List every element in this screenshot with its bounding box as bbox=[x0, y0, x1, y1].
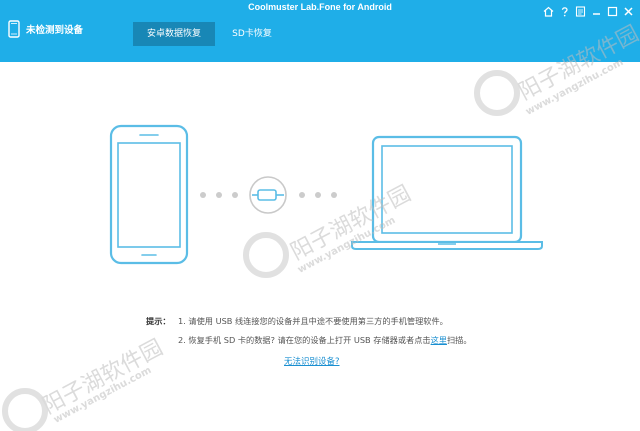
close-button[interactable] bbox=[620, 4, 636, 18]
feedback-button[interactable] bbox=[572, 4, 588, 18]
minimize-icon bbox=[592, 12, 600, 15]
feedback-icon bbox=[575, 5, 585, 17]
right-dots bbox=[299, 192, 337, 198]
phone-icon bbox=[8, 20, 20, 38]
tip-line-1: 1. 请使用 USB 线连接您的设备并且中途不要使用第三方的手机管理软件。 bbox=[178, 316, 448, 326]
tip-line-2-suffix: 扫描。 bbox=[446, 335, 472, 345]
usb-cable-icon bbox=[249, 176, 287, 214]
home-button[interactable] bbox=[540, 4, 556, 18]
device-status: 未检测到设备 bbox=[8, 20, 83, 38]
maximize-icon bbox=[607, 6, 617, 16]
header-bar: Coolmuster Lab.Fone for Android 未检测到设备 安… bbox=[0, 0, 640, 62]
tip-line-2: 2. 恢复手机 SD 卡的数据? 请在您的设备上打开 USB 存储器或者点击这里… bbox=[178, 333, 472, 352]
device-status-label: 未检测到设备 bbox=[26, 25, 84, 36]
watermark-logo-icon bbox=[2, 388, 48, 431]
help-icon bbox=[561, 6, 568, 16]
minimize-button[interactable] bbox=[588, 4, 604, 18]
close-icon bbox=[623, 6, 633, 16]
connection-illustration bbox=[109, 124, 543, 265]
window-controls bbox=[540, 4, 636, 18]
tab-sd-recovery[interactable]: SD卡恢复 bbox=[221, 22, 283, 46]
help-button[interactable] bbox=[556, 4, 572, 18]
laptop-device-icon bbox=[351, 135, 543, 250]
tip-line-2-prefix: 2. 恢复手机 SD 卡的数据? 请在您的设备上打开 USB 存储器或者点击 bbox=[178, 335, 431, 345]
tips-label: 提示： bbox=[146, 316, 171, 326]
scan-here-link[interactable]: 这里 bbox=[431, 335, 447, 345]
watermark-url: www.yangzihu.com bbox=[52, 364, 154, 426]
tab-android-recovery[interactable]: 安卓数据恢复 bbox=[133, 22, 215, 46]
left-dots bbox=[200, 192, 238, 198]
maximize-button[interactable] bbox=[604, 4, 620, 18]
home-icon bbox=[543, 6, 553, 17]
device-not-recognized-link[interactable]: 无法识别设备? bbox=[284, 355, 340, 367]
phone-device-icon bbox=[109, 124, 189, 265]
tips-section: 提示： 1. 请使用 USB 线连接您的设备并且中途不要使用第三方的手机管理软件… bbox=[146, 314, 472, 352]
